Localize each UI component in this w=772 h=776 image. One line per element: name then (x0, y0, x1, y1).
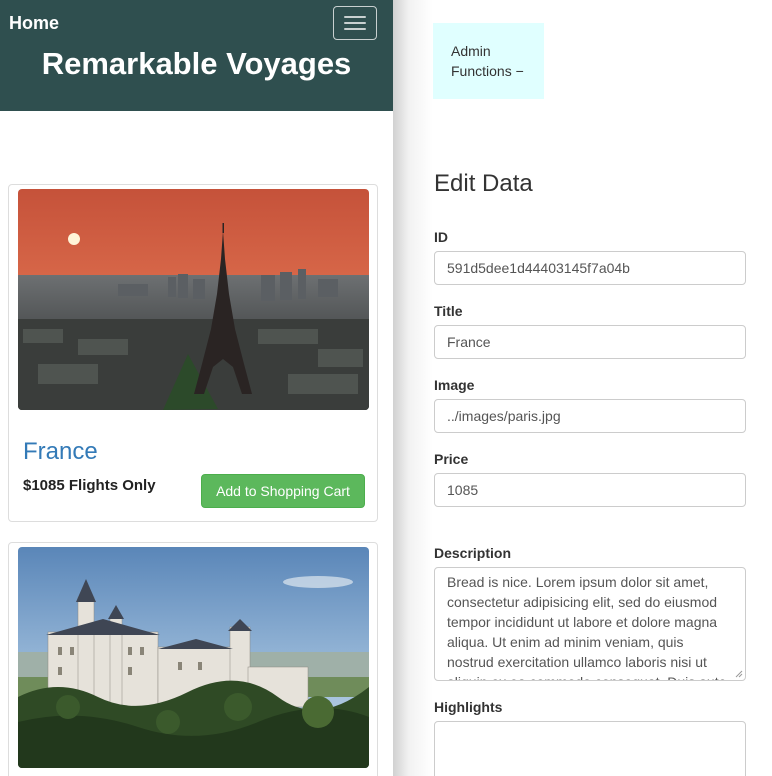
navbar: Home Remarkable Voyages (0, 0, 393, 111)
description-text: Bread is nice. Lorem ipsum dolor sit ame… (447, 574, 726, 680)
destination-card (8, 542, 378, 776)
image-field[interactable]: ../images/paris.jpg (434, 399, 746, 433)
image-label: Image (434, 377, 475, 393)
id-field[interactable]: 591d5dee1d44403145f7a04b (434, 251, 746, 285)
castle-photo (18, 547, 369, 768)
destination-image-castle[interactable] (18, 547, 369, 768)
site-title: Remarkable Voyages (41, 46, 352, 81)
resize-grip-icon[interactable] (735, 670, 743, 678)
hamburger-icon (344, 16, 366, 18)
description-label: Description (434, 545, 512, 561)
home-link[interactable]: Home (9, 12, 59, 34)
price-field[interactable]: 1085 (434, 473, 746, 507)
highlights-textarea[interactable] (434, 721, 746, 776)
destination-image-paris[interactable] (18, 189, 369, 410)
hamburger-icon (344, 22, 366, 24)
highlights-label: Highlights (434, 699, 503, 715)
title-label: Title (434, 303, 463, 319)
title-field[interactable]: France (434, 325, 746, 359)
admin-pane: Admin Functions − Edit Data ID 591d5dee1… (393, 0, 772, 776)
price-label: Price (434, 451, 469, 467)
card-price: $1085 Flights Only (23, 477, 156, 494)
left-pane: Home Remarkable Voyages France $1085 Fli… (0, 0, 393, 776)
menu-toggle-button[interactable] (333, 6, 377, 40)
admin-functions-toggle[interactable]: Admin Functions − (433, 23, 544, 99)
hamburger-icon (344, 28, 366, 30)
edit-data-heading: Edit Data (434, 170, 533, 197)
card-title[interactable]: France (23, 437, 98, 467)
description-textarea[interactable]: Bread is nice. Lorem ipsum dolor sit ame… (434, 567, 746, 681)
id-label: ID (434, 229, 448, 245)
destination-card: France $1085 Flights Only Add to Shoppin… (8, 184, 378, 522)
add-to-cart-button[interactable]: Add to Shopping Cart (201, 474, 365, 508)
paris-photo (18, 189, 369, 410)
